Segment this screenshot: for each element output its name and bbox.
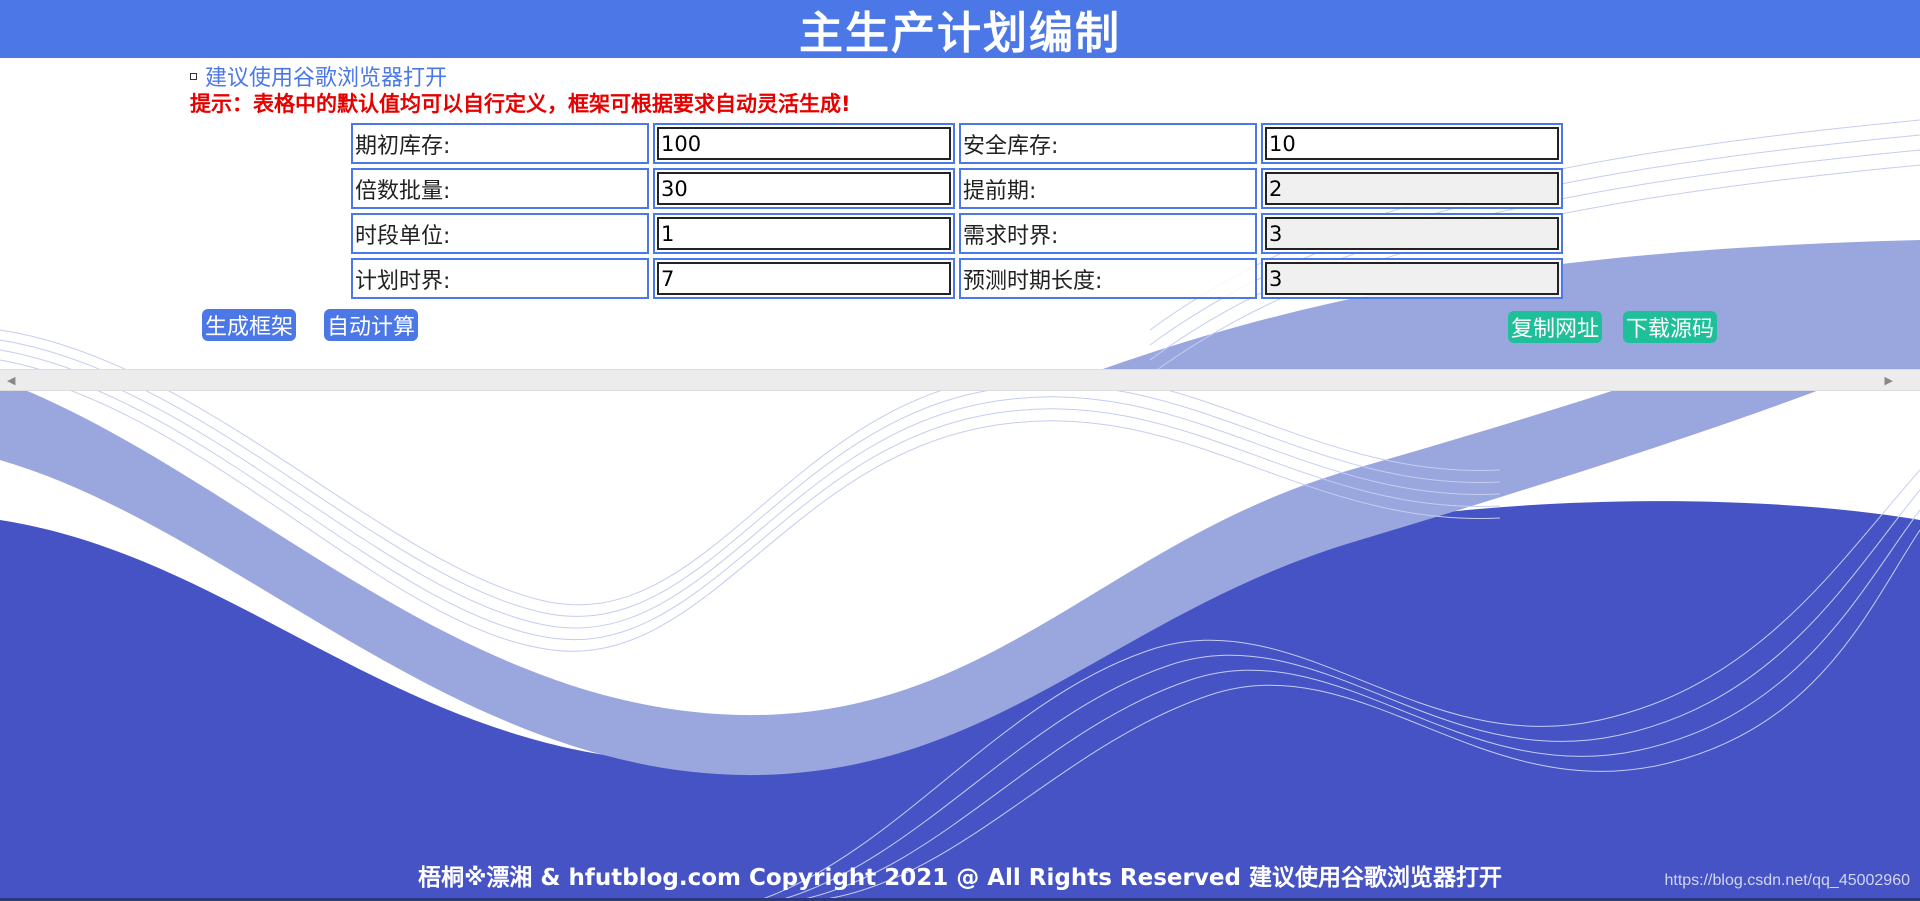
footer-copyright: 梧桐※漂湘 & hfutblog.com Copyright 2021 @ Al… [418,865,1502,891]
parameter-table: 期初库存: 安全库存: 倍数批量: 提前期: 时段单位: 需求时界: 计划时界:… [347,119,1567,303]
auto-calculate-button[interactable]: 自动计算 [324,309,419,341]
opening-inventory-label: 期初库存: [355,133,451,159]
demand-fence-label: 需求时界: [963,223,1059,249]
forecast-length-input[interactable] [1265,262,1559,295]
safety-stock-label: 安全库存: [963,133,1059,159]
param-label-cell: 倍数批量: [351,168,649,209]
horizontal-scrollbar[interactable]: ◀ ▶ [0,369,1920,391]
page-title: 主生产计划编制 [799,8,1121,59]
planning-fence-input[interactable] [657,262,951,295]
param-label-cell: 时段单位: [351,213,649,254]
param-value-cell [653,123,955,164]
safety-stock-input[interactable] [1265,127,1559,160]
lot-multiple-input[interactable] [657,172,951,205]
param-label-cell: 需求时界: [959,213,1257,254]
param-label-cell: 期初库存: [351,123,649,164]
opening-inventory-input[interactable] [657,127,951,160]
param-value-cell [1261,168,1563,209]
table-row: 时段单位: 需求时界: [351,213,1563,254]
param-value-cell [1261,258,1563,299]
table-row: 期初库存: 安全库存: [351,123,1563,164]
lead-time-label: 提前期: [963,178,1037,204]
param-label-cell: 安全库存: [959,123,1257,164]
table-row: 倍数批量: 提前期: [351,168,1563,209]
planning-fence-label: 计划时界: [355,268,451,294]
csdn-watermark: https://blog.csdn.net/qq_45002960 [1664,872,1910,889]
page-header: 主生产计划编制 [0,0,1920,59]
lead-time-input[interactable] [1265,172,1559,205]
param-value-cell [1261,213,1563,254]
param-value-cell [653,213,955,254]
param-label-cell: 提前期: [959,168,1257,209]
forecast-length-label: 预测时期长度: [963,268,1103,294]
generate-frame-button[interactable]: 生成框架 [202,309,297,341]
lot-multiple-label: 倍数批量: [355,178,451,204]
table-row: 计划时界: 预测时期长度: [351,258,1563,299]
param-value-cell [653,258,955,299]
bullet-icon [190,72,197,80]
param-value-cell [653,168,955,209]
scroll-right-icon[interactable]: ▶ [1885,374,1893,387]
param-label-cell: 预测时期长度: [959,258,1257,299]
tip-text: 提示：表格中的默认值均可以自行定义，框架可根据要求自动灵活生成! [190,92,851,116]
main-content: 建议使用谷歌浏览器打开 提示：表格中的默认值均可以自行定义，框架可根据要求自动灵… [0,58,1920,901]
demand-fence-input[interactable] [1265,217,1559,250]
param-label-cell: 计划时界: [351,258,649,299]
download-source-button[interactable]: 下载源码 [1623,311,1718,343]
copy-url-button[interactable]: 复制网址 [1508,311,1603,343]
param-value-cell [1261,123,1563,164]
period-unit-label: 时段单位: [355,223,451,249]
period-unit-input[interactable] [657,217,951,250]
scroll-left-icon[interactable]: ◀ [7,374,15,387]
